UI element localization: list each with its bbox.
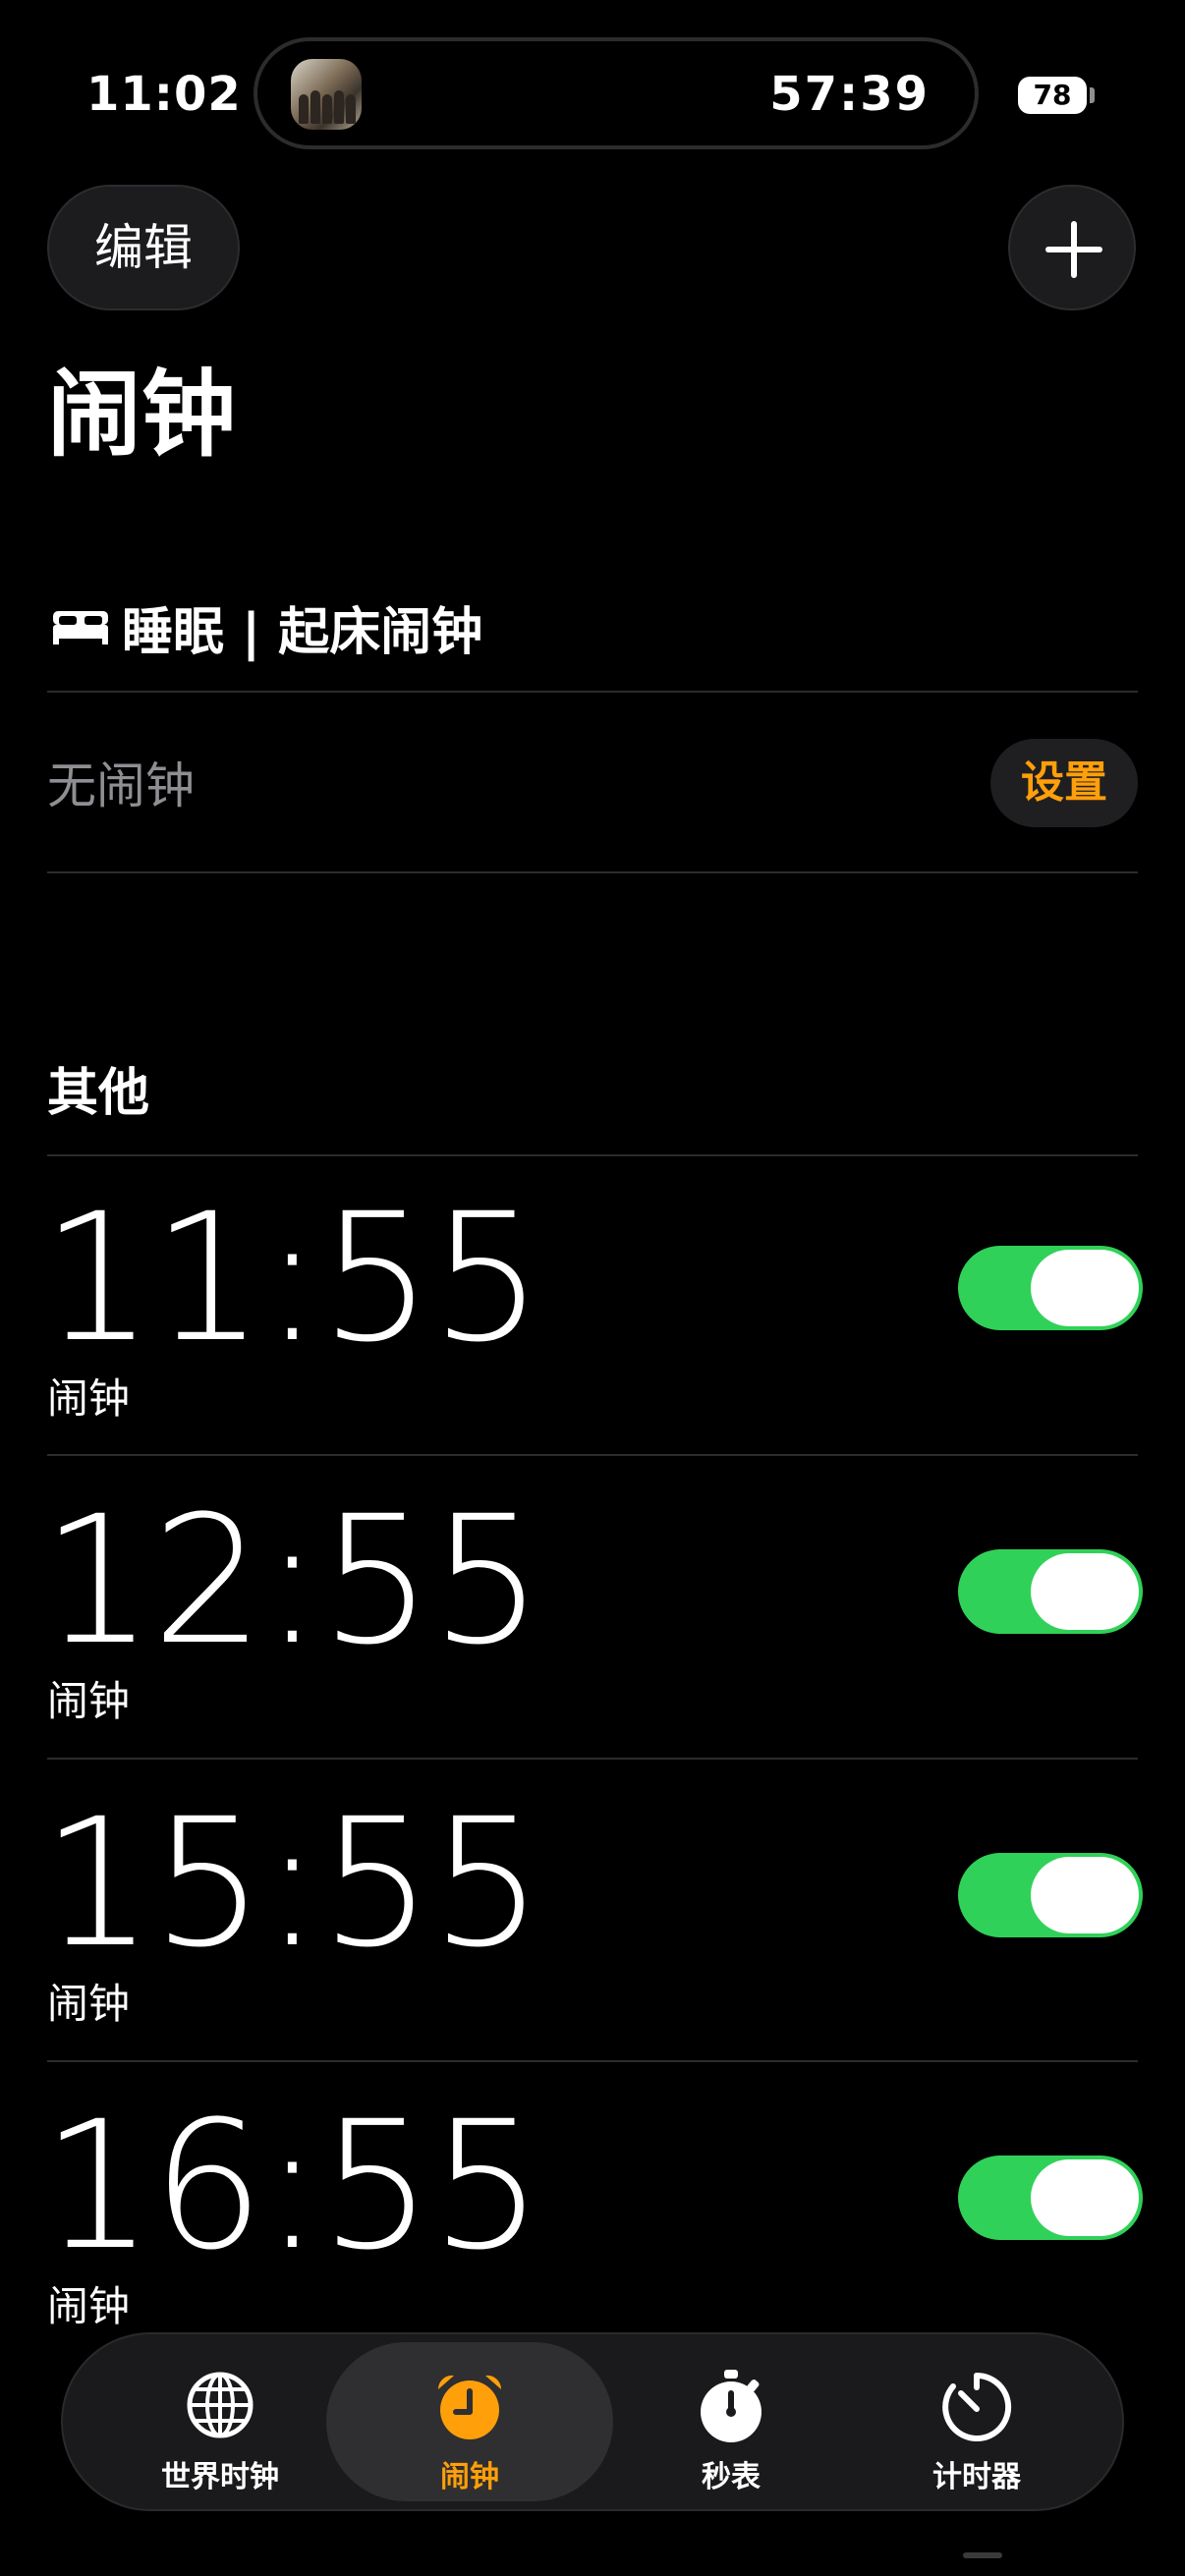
- alarm-toggle[interactable]: [958, 1246, 1143, 1330]
- alarm-time[interactable]: 12:55: [41, 1493, 543, 1670]
- live-activity-timer: 57:39: [769, 67, 930, 122]
- sleep-header-label: 睡眠 | 起床闹钟: [122, 602, 483, 662]
- divider: [47, 1758, 1138, 1760]
- home-indicator: [963, 2552, 1002, 2558]
- bed-icon: [53, 611, 108, 644]
- tab-label: 世界时钟: [161, 2460, 279, 2494]
- divider: [47, 1454, 1138, 1456]
- tab-alarm[interactable]: 闹钟: [326, 2342, 613, 2501]
- tab-world-clock[interactable]: 世界时钟: [122, 2334, 318, 2509]
- plus-icon: [1045, 221, 1102, 278]
- other-section-header: 其他: [47, 1064, 150, 1123]
- alarm-time[interactable]: 16:55: [41, 2099, 543, 2275]
- toggle-knob: [1031, 1857, 1139, 1933]
- toggle-knob: [1031, 1250, 1139, 1326]
- toggle-knob: [1031, 2159, 1139, 2236]
- timer-icon: [942, 2372, 1012, 2441]
- alarm-toggle[interactable]: [958, 2156, 1143, 2240]
- tab-timer[interactable]: 计时器: [878, 2334, 1075, 2509]
- setup-button[interactable]: 设置: [990, 739, 1138, 827]
- alarm-label: 闹钟: [47, 1980, 131, 2028]
- stopwatch-icon: [701, 2370, 762, 2442]
- divider: [47, 871, 1138, 873]
- alarm-toggle[interactable]: [958, 1853, 1143, 1937]
- status-bar-time: 11:02: [86, 67, 242, 122]
- tab-label: 闹钟: [440, 2460, 499, 2494]
- edit-button[interactable]: 编辑: [47, 185, 240, 310]
- alarm-label: 闹钟: [47, 1374, 131, 1423]
- alarm-label: 闹钟: [47, 1677, 131, 1725]
- globe-icon: [187, 2372, 254, 2438]
- add-alarm-button[interactable]: [1008, 185, 1136, 310]
- tab-stopwatch[interactable]: 秒表: [633, 2334, 829, 2509]
- tab-label: 秒表: [702, 2460, 761, 2494]
- divider: [47, 1154, 1138, 1156]
- battery-icon: 78: [1018, 77, 1087, 114]
- divider: [47, 2060, 1138, 2062]
- battery-tip: [1090, 87, 1095, 103]
- tab-bar: 世界时钟 闹钟 秒表 计时器: [61, 2332, 1124, 2511]
- tab-label: 计时器: [932, 2460, 1021, 2494]
- alarm-time[interactable]: 15:55: [41, 1796, 543, 1973]
- live-activity-thumbnail: [291, 59, 362, 130]
- alarm-label: 闹钟: [47, 2282, 131, 2330]
- alarm-toggle[interactable]: [958, 1549, 1143, 1634]
- toggle-knob: [1031, 1553, 1139, 1630]
- no-alarm-text: 无闹钟: [47, 757, 195, 814]
- divider: [47, 691, 1138, 693]
- sleep-section-header: 睡眠 | 起床闹钟: [51, 588, 482, 666]
- alarm-clock-icon: [437, 2375, 502, 2439]
- alarm-time[interactable]: 11:55: [41, 1191, 543, 1368]
- page-title: 闹钟: [47, 360, 236, 470]
- dynamic-island[interactable]: 57:39: [254, 37, 979, 149]
